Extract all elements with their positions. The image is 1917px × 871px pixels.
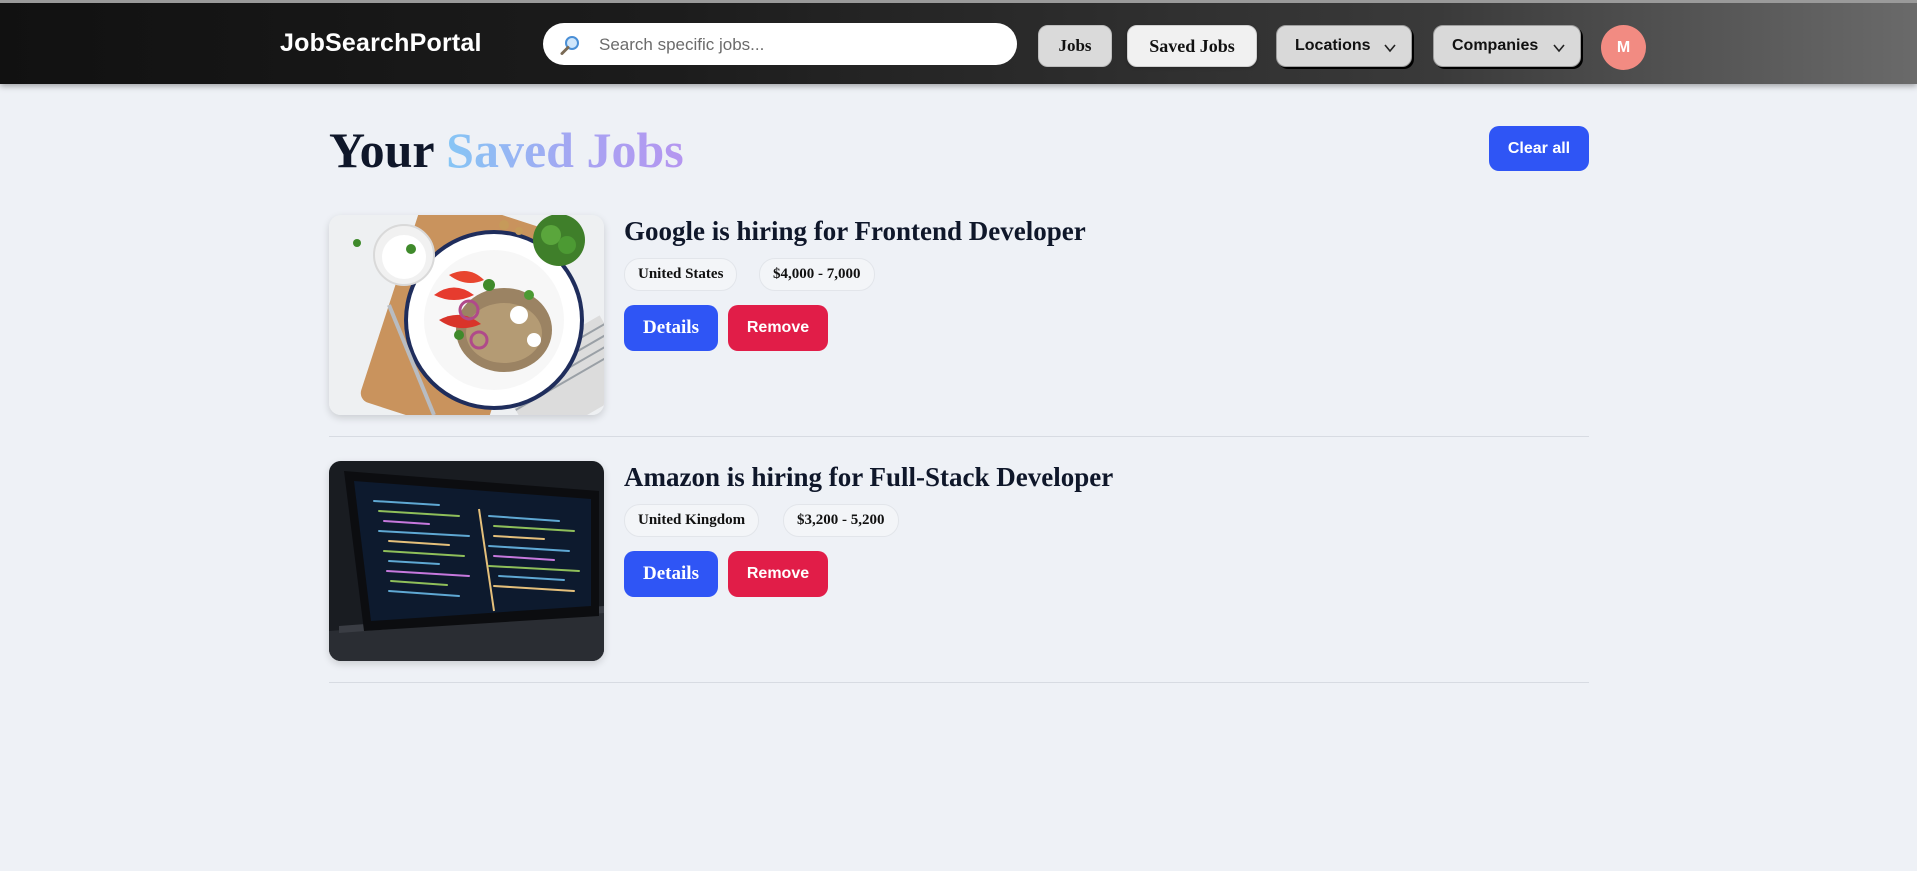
- page-title-prefix: Your: [329, 122, 434, 178]
- page-title: Your Saved Jobs: [329, 120, 684, 180]
- job-location-tag: United States: [624, 258, 738, 291]
- chevron-down-icon: [1383, 41, 1397, 55]
- user-avatar[interactable]: M: [1601, 25, 1646, 70]
- locations-dropdown-label: Locations: [1295, 37, 1371, 54]
- companies-dropdown-label: Companies: [1452, 37, 1539, 54]
- saved-job-card: Google is hiring for Frontend Developer …: [329, 215, 1589, 437]
- search-bar[interactable]: [543, 23, 1017, 65]
- job-image-laptop-code: [329, 461, 604, 661]
- site-logo[interactable]: JobSearchPortal: [280, 29, 482, 58]
- details-button[interactable]: Details: [624, 551, 718, 597]
- job-title[interactable]: Amazon is hiring for Full-Stack Develope…: [624, 461, 1113, 493]
- companies-dropdown[interactable]: Companies: [1433, 25, 1581, 67]
- job-salary-tag: $4,000 - 7,000: [759, 258, 875, 291]
- job-title[interactable]: Google is hiring for Frontend Developer: [624, 215, 1086, 247]
- search-icon: [559, 34, 581, 56]
- search-input[interactable]: [597, 28, 1001, 62]
- nav-jobs-button[interactable]: Jobs: [1038, 25, 1112, 67]
- remove-button[interactable]: Remove: [728, 551, 828, 597]
- remove-button[interactable]: Remove: [728, 305, 828, 351]
- saved-job-card: Amazon is hiring for Full-Stack Develope…: [329, 461, 1589, 683]
- job-image-food-plate: [329, 215, 604, 415]
- chevron-down-icon: [1552, 41, 1566, 55]
- nav-saved-jobs-button[interactable]: Saved Jobs: [1127, 25, 1257, 67]
- job-location-tag: United Kingdom: [624, 504, 760, 537]
- clear-all-button[interactable]: Clear all: [1489, 126, 1589, 171]
- navbar: JobSearchPortal Jobs Saved Jobs Location…: [0, 0, 1917, 84]
- page-title-highlight: Saved Jobs: [446, 122, 684, 178]
- job-salary-tag: $3,200 - 5,200: [783, 504, 899, 537]
- details-button[interactable]: Details: [624, 305, 718, 351]
- locations-dropdown[interactable]: Locations: [1276, 25, 1412, 67]
